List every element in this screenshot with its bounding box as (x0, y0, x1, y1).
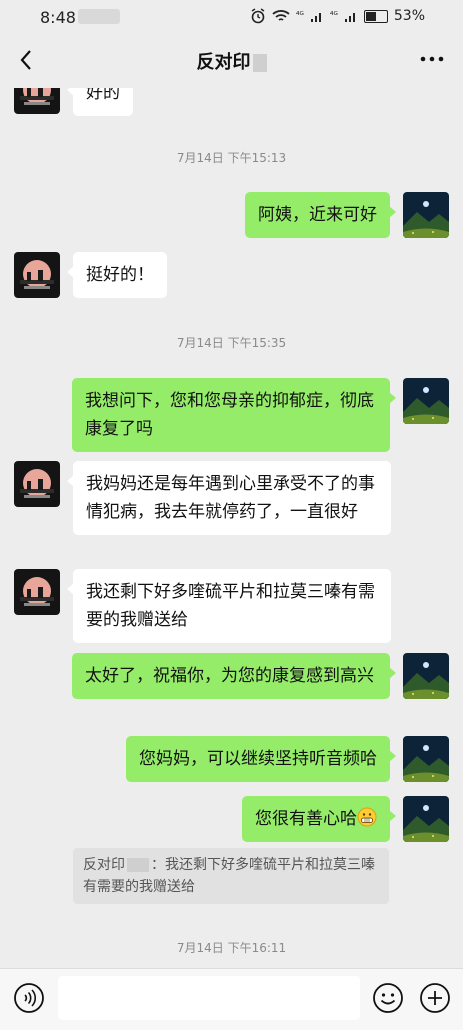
chat-title: 反对印 (0, 48, 463, 74)
message-text: 挺好的！ (86, 265, 154, 285)
contact-avatar[interactable] (14, 252, 60, 298)
message-bubble-received[interactable]: 我妈妈还是每年遇到心里承受不了的事情犯病，我去年就停药了，一直很好 (67, 461, 391, 535)
quoted-reply[interactable]: 反对印 ：我还剩下好多喹硫平片和拉莫三嗪有需要的我赠送给 (73, 848, 389, 904)
my-avatar[interactable] (403, 653, 449, 699)
input-bar (0, 968, 463, 1030)
chat-title-text: 反对印 (196, 52, 251, 73)
signal-icon (344, 12, 355, 22)
message-text: 好的 (86, 88, 120, 103)
message-text: 我想问下，您和您母亲的抑郁症，彻底康复了吗 (85, 391, 374, 439)
message-text: 您妈妈，可以继续坚持听音频哈 (139, 749, 377, 769)
message-bubble-received[interactable]: 我还剩下好多喹硫平片和拉莫三嗪有需要的我赠送给 (67, 569, 391, 643)
my-avatar[interactable] (403, 192, 449, 238)
status-blur (78, 9, 120, 24)
grin-emoji (357, 807, 377, 827)
contact-avatar[interactable] (14, 88, 60, 114)
timestamp: 7月14日 下午15:13 (176, 151, 287, 165)
battery-percent: 53% (393, 8, 425, 24)
message-text: 我还剩下好多喹硫平片和拉莫三嗪有需要的我赠送给 (86, 582, 375, 630)
status-icons: ⁴ᴳ ⁴ᴳ 53% (250, 8, 425, 24)
message-bubble-received[interactable]: 挺好的！ (67, 252, 167, 298)
timestamp: 7月14日 下午15:35 (176, 336, 287, 350)
signal-label-2: ⁴ᴳ (329, 11, 338, 21)
message-text: 我妈妈还是每年遇到心里承受不了的事情犯病，我去年就停药了，一直很好 (86, 474, 375, 522)
timestamp: 7月14日 下午16:11 (176, 941, 287, 955)
quote-sender-blur (127, 858, 149, 872)
status-bar: 8:48 ⁴ᴳ ⁴ᴳ 53% (0, 0, 463, 34)
message-bubble-sent[interactable]: 太好了，祝福你，为您的康复感到高兴 (72, 653, 396, 699)
message-bubble-sent[interactable]: 我想问下，您和您母亲的抑郁症，彻底康复了吗 (72, 378, 396, 452)
message-input[interactable] (58, 976, 360, 1020)
quote-separator: ： (151, 857, 165, 873)
more-dots-icon[interactable] (419, 52, 445, 66)
status-time: 8:48 (40, 8, 76, 27)
voice-icon[interactable] (13, 982, 45, 1014)
message-list[interactable]: 好的 7月14日 下午15:13 阿姨，近来可好 挺好的！ 7月14日 下午15… (0, 88, 463, 968)
signal-icon (310, 12, 321, 22)
message-bubble-sent[interactable]: 阿姨，近来可好 (245, 192, 396, 238)
my-avatar[interactable] (403, 736, 449, 782)
alarm-icon (251, 8, 265, 24)
message-text: 太好了，祝福你，为您的康复感到高兴 (85, 666, 374, 686)
message-bubble-sent[interactable]: 您妈妈，可以继续坚持听音频哈 (126, 736, 396, 782)
contact-avatar[interactable] (14, 569, 60, 615)
title-blur (252, 54, 267, 72)
quote-sender: 反对印 (83, 857, 125, 873)
plus-icon[interactable] (419, 982, 451, 1014)
emoji-icon[interactable] (372, 982, 404, 1014)
nav-bar: 反对印 (0, 34, 463, 88)
message-bubble-received[interactable]: 好的 (67, 88, 133, 116)
message-bubble-sent[interactable]: 您很有善心哈 (242, 796, 396, 842)
my-avatar[interactable] (403, 378, 449, 424)
message-text: 您很有善心哈 (255, 809, 357, 829)
signal-label-1: ⁴ᴳ (295, 11, 304, 21)
message-text: 阿姨，近来可好 (258, 205, 377, 225)
battery-icon (363, 9, 388, 23)
my-avatar[interactable] (403, 796, 449, 842)
contact-avatar[interactable] (14, 461, 60, 507)
wifi-icon (272, 10, 290, 21)
